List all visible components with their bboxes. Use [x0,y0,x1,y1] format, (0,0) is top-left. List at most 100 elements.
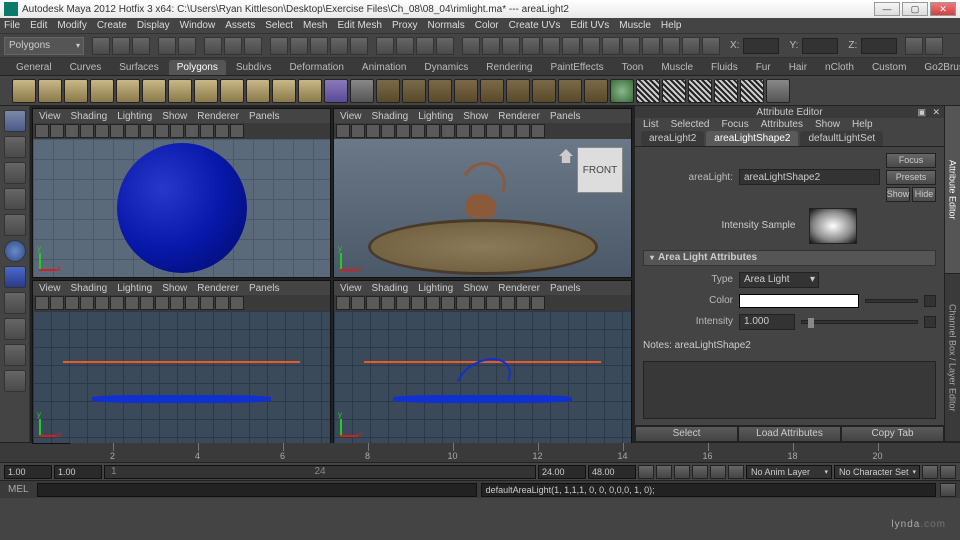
vp-menu-lighting[interactable]: Lighting [418,111,453,122]
vp-tool-icon[interactable] [501,124,515,138]
vp-tool-icon[interactable] [230,296,244,310]
vp-tool-icon[interactable] [50,124,64,138]
play-back-icon[interactable] [674,465,690,479]
notes-field[interactable] [643,361,936,419]
booleans-icon[interactable] [402,79,426,103]
step-back-icon[interactable] [656,465,672,479]
vp-tool-icon[interactable] [170,124,184,138]
vp-menu-show[interactable]: Show [162,111,187,122]
layout-icon[interactable] [582,37,600,55]
end-outer-field[interactable]: 48.00 [588,465,636,479]
close-panel-icon[interactable]: ✕ [932,107,940,118]
poly-torus-icon[interactable] [142,79,166,103]
y-field[interactable] [802,38,838,54]
vp-tool-icon[interactable] [381,124,395,138]
smooth-icon[interactable] [584,79,608,103]
layout-icon[interactable] [502,37,520,55]
vp-menu-renderer[interactable]: Renderer [498,283,540,294]
shelf-tab-fluids[interactable]: Fluids [703,60,746,75]
poly-plane-icon[interactable] [116,79,140,103]
vp-tool-icon[interactable] [110,296,124,310]
vp-menu-panels[interactable]: Panels [249,283,280,294]
shelf-tab-go2brush[interactable]: Go2Brush [916,60,960,75]
select-object-icon[interactable] [224,37,242,55]
mode-selector[interactable]: Polygons [4,37,84,55]
vp-tool-icon[interactable] [185,124,199,138]
attr-tab-arealight2[interactable]: areaLight2 [641,131,704,146]
minimize-button[interactable]: — [874,2,900,16]
move-tool-icon[interactable] [4,188,26,210]
vp-tool-icon[interactable] [95,296,109,310]
poly-type-icon[interactable] [324,79,348,103]
fast-forward-icon[interactable] [728,465,744,479]
attr-menu-help[interactable]: Help [852,119,873,130]
vp-menu-panels[interactable]: Panels [550,283,581,294]
viewcube[interactable]: FRONT [577,147,623,193]
bridge-icon[interactable] [454,79,478,103]
vp-tool-icon[interactable] [351,124,365,138]
snap-live-icon[interactable] [350,37,368,55]
last-tool-icon[interactable] [4,318,26,340]
extrude-icon[interactable] [428,79,452,103]
layout-icon[interactable] [542,37,560,55]
shelf-tab-ncloth[interactable]: nCloth [817,60,862,75]
layout-four-icon[interactable] [4,370,26,392]
vp-menu-lighting[interactable]: Lighting [117,111,152,122]
vp-tool-icon[interactable] [531,124,545,138]
vp-tool-icon[interactable] [200,124,214,138]
node-name-field[interactable]: areaLightShape2 [739,169,880,185]
vp-menu-show[interactable]: Show [463,111,488,122]
shelf-tab-muscle[interactable]: Muscle [653,60,701,75]
vp-menu-view[interactable]: View [340,111,362,122]
vp-tool-icon[interactable] [441,296,455,310]
vp-tool-icon[interactable] [50,296,64,310]
layout-icon[interactable] [522,37,540,55]
intensity-field[interactable]: 1.000 [739,314,795,330]
layout-icon[interactable] [702,37,720,55]
rewind-icon[interactable] [638,465,654,479]
vp-tool-icon[interactable] [516,124,530,138]
combine-icon[interactable] [350,79,374,103]
play-forward-icon[interactable] [692,465,708,479]
snap-curve-icon[interactable] [290,37,308,55]
extract-icon[interactable] [376,79,400,103]
shelf-tab-hair[interactable]: Hair [781,60,815,75]
vp-menu-view[interactable]: View [39,111,61,122]
poly-pipe-icon[interactable] [220,79,244,103]
vp-menu-show[interactable]: Show [463,283,488,294]
layout-single-icon[interactable] [4,344,26,366]
poly-pyramid-icon[interactable] [194,79,218,103]
rotate-tool-icon[interactable] [4,214,26,236]
color-map-button[interactable] [924,295,936,307]
prefs-icon[interactable] [940,465,956,479]
new-scene-icon[interactable] [92,37,110,55]
redo-icon[interactable] [178,37,196,55]
attr-menu-selected[interactable]: Selected [671,119,710,130]
character-set-dropdown[interactable]: No Character Set [834,465,920,479]
shelf-tab-curves[interactable]: Curves [62,60,110,75]
shelf-tab-subdivs[interactable]: Subdivs [228,60,280,75]
vp-tool-icon[interactable] [336,124,350,138]
sidebar-toggle-icon[interactable] [925,37,943,55]
vp-tool-icon[interactable] [336,296,350,310]
vp-tool-icon[interactable] [411,124,425,138]
color-swatch[interactable] [739,294,859,308]
shelf-tab-deformation[interactable]: Deformation [281,60,351,75]
script-editor-icon[interactable] [940,483,956,497]
x-field[interactable] [743,38,779,54]
layout-icon[interactable] [622,37,640,55]
vp-menu-shading[interactable]: Shading [71,283,108,294]
load-attributes-button[interactable]: Load Attributes [738,426,841,442]
uv-checker-icon[interactable] [636,79,660,103]
vp-tool-icon[interactable] [456,296,470,310]
vp-tool-icon[interactable] [200,296,214,310]
insert-loop-icon[interactable] [506,79,530,103]
vp-tool-icon[interactable] [426,296,440,310]
vp-tool-icon[interactable] [486,296,500,310]
save-scene-icon[interactable] [132,37,150,55]
vp-tool-icon[interactable] [471,124,485,138]
vp-menu-shading[interactable]: Shading [372,283,409,294]
menu-normals[interactable]: Normals [428,20,465,31]
vp-tool-icon[interactable] [441,124,455,138]
menu-color[interactable]: Color [475,20,499,31]
